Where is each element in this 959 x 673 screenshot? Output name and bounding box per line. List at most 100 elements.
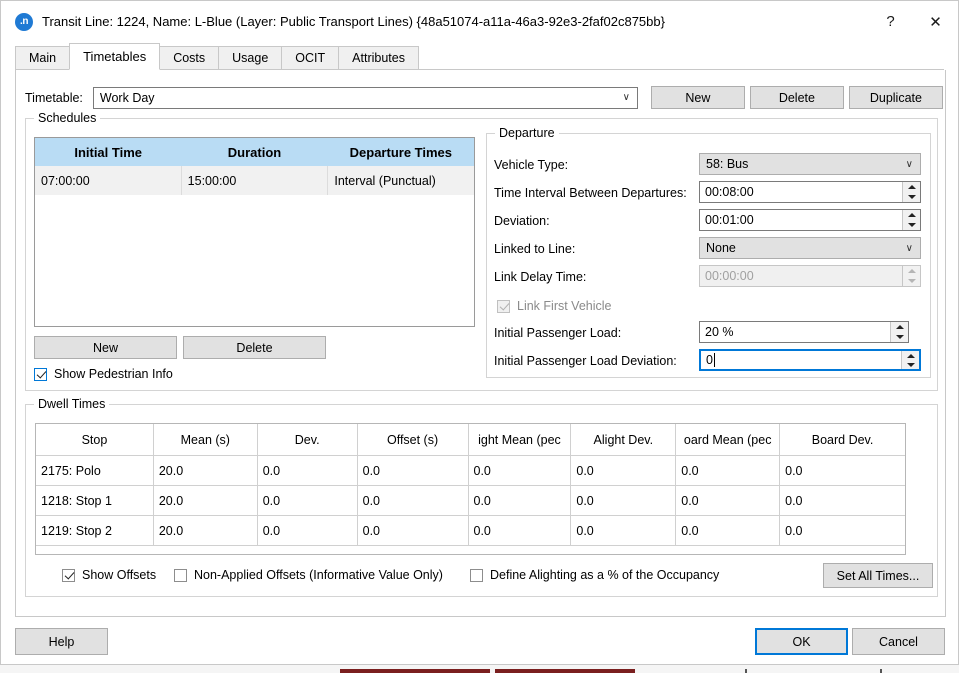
cell-duration: 15:00:00 — [182, 166, 329, 195]
help-button[interactable]: Help — [15, 628, 108, 655]
spinner-down-icon[interactable] — [903, 192, 920, 202]
cell-stop: 1218: Stop 1 — [36, 485, 154, 515]
link-first-vehicle-checkbox: Link First Vehicle — [497, 299, 611, 313]
schedules-table[interactable]: Initial Time Duration Departure Times 07… — [34, 137, 475, 327]
initial-passenger-load-deviation-label: Initial Passenger Load Deviation: — [494, 354, 677, 368]
table-row[interactable]: 2175: Polo 20.0 0.0 0.0 0.0 0.0 0.0 0.0 — [36, 455, 905, 485]
initial-passenger-load-value: 20 % — [700, 325, 890, 339]
cell-alight-dev: 0.0 — [571, 515, 676, 545]
spinner-down-icon[interactable] — [891, 332, 908, 342]
cancel-button[interactable]: Cancel — [852, 628, 945, 655]
link-delay-time-label: Link Delay Time: — [494, 270, 586, 284]
time-interval-value: 00:08:00 — [700, 185, 902, 199]
spinner-up-icon[interactable] — [903, 210, 920, 220]
define-alighting-label: Define Alighting as a % of the Occupancy — [490, 568, 719, 582]
cell-offset: 0.0 — [358, 515, 469, 545]
spinner-down-icon[interactable] — [902, 360, 919, 369]
spinner-buttons[interactable] — [890, 322, 908, 342]
tab-timetables[interactable]: Timetables — [69, 43, 160, 70]
vehicle-type-combo[interactable]: 58: Bus ∨ — [699, 153, 921, 175]
cell-board-mean: 0.0 — [676, 485, 780, 515]
timetable-selector-row: Timetable: Work Day ∨ New Delete Duplica… — [25, 86, 943, 109]
timetable-new-button[interactable]: New — [651, 86, 745, 109]
deviation-value: 00:01:00 — [700, 213, 902, 227]
dwell-times-table[interactable]: Stop Mean (s) Dev. Offset (s) ight Mean … — [35, 423, 906, 555]
cell-dev: 0.0 — [258, 455, 358, 485]
dwell-col-stop: Stop — [36, 424, 154, 455]
cell-alight-mean: 0.0 — [469, 485, 572, 515]
show-offsets-label: Show Offsets — [82, 568, 156, 582]
link-first-vehicle-label: Link First Vehicle — [517, 299, 611, 313]
cell-offset: 0.0 — [358, 485, 469, 515]
timetable-combo-value: Work Day — [100, 91, 155, 105]
spinner-up-icon[interactable] — [902, 351, 919, 360]
spinner-buttons[interactable] — [902, 210, 920, 230]
dwell-col-board-mean: oard Mean (pec — [676, 424, 780, 455]
time-interval-label: Time Interval Between Departures: — [494, 186, 687, 200]
timetable-delete-button[interactable]: Delete — [750, 86, 844, 109]
background-window-segment — [880, 669, 882, 673]
help-icon[interactable]: ? — [868, 1, 913, 42]
dwell-times-table-header: Stop Mean (s) Dev. Offset (s) ight Mean … — [36, 424, 905, 455]
time-interval-spinner[interactable]: 00:08:00 — [699, 181, 921, 203]
cell-alight-mean: 0.0 — [469, 455, 572, 485]
schedules-group: Schedules Initial Time Duration Departur… — [25, 118, 938, 391]
deviation-spinner[interactable]: 00:01:00 — [699, 209, 921, 231]
table-row[interactable]: 1219: Stop 2 20.0 0.0 0.0 0.0 0.0 0.0 0.… — [36, 515, 905, 545]
cell-offset: 0.0 — [358, 455, 469, 485]
timetable-combo[interactable]: Work Day ∨ — [93, 87, 638, 109]
spinner-buttons[interactable] — [902, 182, 920, 202]
cell-alight-mean: 0.0 — [469, 515, 572, 545]
cell-board-dev: 0.0 — [780, 455, 905, 485]
cell-stop: 1219: Stop 2 — [36, 515, 154, 545]
cell-alight-dev: 0.0 — [571, 455, 676, 485]
chevron-down-icon: ∨ — [906, 159, 913, 170]
spinner-up-icon[interactable] — [903, 182, 920, 192]
show-offsets-checkbox[interactable]: Show Offsets — [62, 568, 156, 582]
schedules-col-departure-times: Departure Times — [328, 138, 474, 166]
schedule-new-button[interactable]: New — [34, 336, 177, 359]
transit-line-dialog: .n Transit Line: 1224, Name: L-Blue (Lay… — [0, 0, 959, 665]
spinner-up-icon[interactable] — [891, 322, 908, 332]
schedule-delete-button[interactable]: Delete — [183, 336, 326, 359]
initial-passenger-load-label: Initial Passenger Load: — [494, 326, 621, 340]
spinner-down-icon[interactable] — [903, 220, 920, 230]
show-pedestrian-info-label: Show Pedestrian Info — [54, 367, 173, 381]
table-row[interactable]: 1218: Stop 1 20.0 0.0 0.0 0.0 0.0 0.0 0.… — [36, 485, 905, 515]
checkbox-icon — [470, 569, 483, 582]
dwell-col-mean: Mean (s) — [154, 424, 258, 455]
chevron-down-icon: ∨ — [906, 243, 913, 254]
tab-attributes[interactable]: Attributes — [338, 46, 419, 70]
checkbox-icon — [174, 569, 187, 582]
table-row[interactable]: 07:00:00 15:00:00 Interval (Punctual) — [35, 166, 474, 195]
timetable-label: Timetable: — [25, 91, 83, 105]
deviation-label: Deviation: — [494, 214, 550, 228]
cell-alight-dev: 0.0 — [571, 485, 676, 515]
dwell-col-alight-dev: Alight Dev. — [571, 424, 676, 455]
initial-passenger-load-deviation-input[interactable]: 0 — [699, 349, 921, 371]
ok-button[interactable]: OK — [755, 628, 848, 655]
link-delay-time-value: 00:00:00 — [700, 269, 902, 283]
non-applied-offsets-checkbox[interactable]: Non-Applied Offsets (Informative Value O… — [174, 568, 443, 582]
spinner-buttons[interactable] — [901, 351, 919, 369]
background-window-sliver — [0, 664, 959, 673]
dwell-times-group: Dwell Times Stop Mean (s) Dev. Offset (s… — [25, 404, 938, 597]
set-all-times-button[interactable]: Set All Times... — [823, 563, 933, 588]
schedules-table-header: Initial Time Duration Departure Times — [35, 138, 474, 166]
schedules-group-title: Schedules — [34, 111, 100, 125]
linked-to-line-combo[interactable]: None ∨ — [699, 237, 921, 259]
tab-usage[interactable]: Usage — [218, 46, 282, 70]
timetable-duplicate-button[interactable]: Duplicate — [849, 86, 943, 109]
define-alighting-checkbox[interactable]: Define Alighting as a % of the Occupancy — [470, 568, 719, 582]
tab-bar: Main Timetables Costs Usage OCIT Attribu… — [1, 45, 958, 70]
initial-passenger-load-spinner[interactable]: 20 % — [699, 321, 909, 343]
cell-board-dev: 0.0 — [780, 485, 905, 515]
show-pedestrian-info-checkbox[interactable]: Show Pedestrian Info — [34, 367, 173, 381]
text-caret — [714, 353, 715, 367]
tab-costs[interactable]: Costs — [159, 46, 219, 70]
tab-ocit[interactable]: OCIT — [281, 46, 339, 70]
close-icon[interactable]: ✕ — [913, 1, 958, 42]
schedules-col-initial-time: Initial Time — [35, 138, 181, 166]
dwell-table-empty-row — [36, 545, 905, 555]
tab-main[interactable]: Main — [15, 46, 70, 70]
